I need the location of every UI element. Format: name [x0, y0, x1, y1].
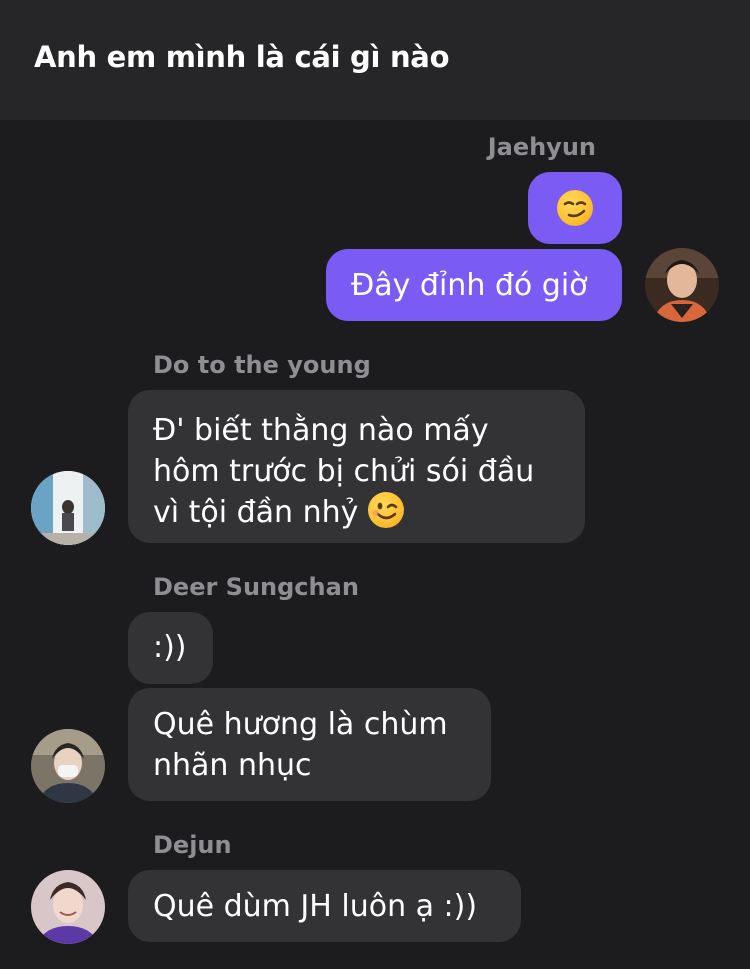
message-line: nhãn nhục [153, 748, 312, 783]
winking-face-emoji-icon [367, 492, 404, 528]
sender-name-dejun: Dejun [153, 831, 232, 859]
message-bubble-doyoung[interactable]: Đ' biết thằng nào mấy hôm trước bị chửi … [128, 390, 585, 543]
chat-title[interactable]: Anh em mình là cái gì nào [34, 40, 450, 74]
avatar-jaehyun[interactable] [645, 248, 719, 322]
message-text: Quê dùm JH luôn ạ :)) [153, 889, 478, 924]
avatar-doyoung[interactable] [31, 471, 105, 545]
chat-screen: Anh em mình là cái gì nào Jaehyun Đây đỉ… [0, 0, 750, 969]
message-line: Đ' biết thằng nào mấy [153, 413, 489, 448]
message-text: Đây đỉnh đó giờ [351, 268, 588, 303]
smirking-face-emoji-icon [557, 190, 593, 226]
avatar-sungchan[interactable] [31, 729, 105, 803]
message-bubble-jaehyun[interactable]: Đây đỉnh đó giờ [326, 249, 622, 321]
sender-name-jaehyun: Jaehyun [487, 133, 596, 161]
message-bubble-emoji[interactable] [528, 172, 622, 244]
chat-header: Anh em mình là cái gì nào [0, 0, 750, 120]
message-bubble-dejun[interactable]: Quê dùm JH luôn ạ :)) [128, 870, 521, 942]
message-line: hôm trước bị chửi sói đầu [153, 454, 535, 489]
message-line: Quê hương là chùm [153, 707, 448, 742]
message-text: :)) [153, 630, 187, 665]
message-line: vì tội đần nhỷ [153, 492, 585, 533]
sender-name-doyoung: Do to the young [153, 351, 371, 379]
avatar-dejun[interactable] [31, 870, 105, 944]
message-bubble-sungchan-1[interactable]: :)) [128, 612, 213, 684]
message-bubble-sungchan-2[interactable]: Quê hương là chùm nhãn nhục [128, 688, 491, 801]
sender-name-sungchan: Deer Sungchan [153, 573, 359, 601]
